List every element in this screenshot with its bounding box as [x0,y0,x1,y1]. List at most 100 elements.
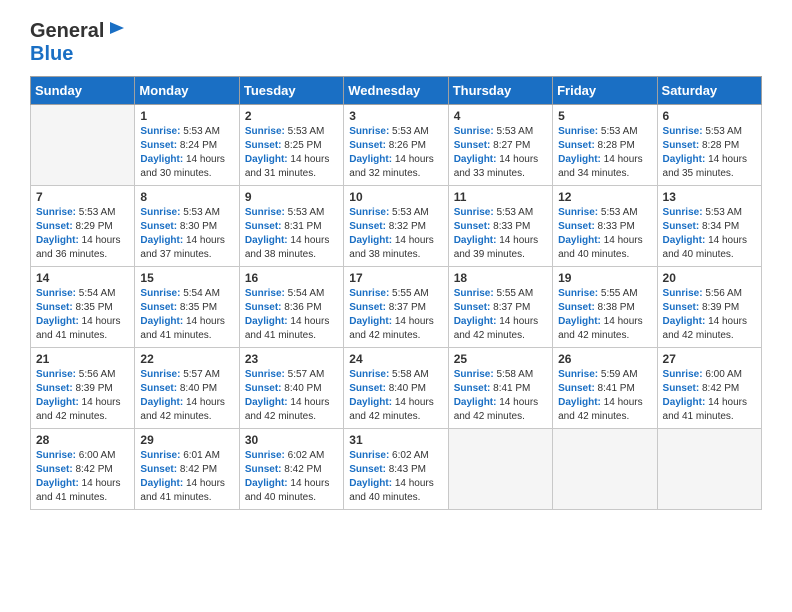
cell-info: Sunrise: 6:02 AM Sunset: 8:43 PM Dayligh… [349,449,442,505]
sunrise-label: Sunrise: [140,126,180,137]
calendar-cell: 27 Sunrise: 6:00 AM Sunset: 8:42 PM Dayl… [657,348,761,429]
day-number: 21 [36,352,129,366]
day-number: 31 [349,433,442,447]
sunrise-label: Sunrise: [140,369,180,380]
logo-flag-icon [106,20,128,42]
sunrise-label: Sunrise: [454,288,494,299]
day-number: 29 [140,433,233,447]
weekday-header-wednesday: Wednesday [344,77,448,105]
sunrise-label: Sunrise: [349,126,389,137]
cell-info: Sunrise: 5:53 AM Sunset: 8:34 PM Dayligh… [663,206,756,262]
sunset-label: Sunset: [245,383,282,394]
cell-info: Sunrise: 6:01 AM Sunset: 8:42 PM Dayligh… [140,449,233,505]
calendar-table: SundayMondayTuesdayWednesdayThursdayFrid… [30,76,762,510]
page: General Blue SundayMondayTuesdayWednesda… [0,0,792,530]
daylight-label: Daylight: [663,316,706,327]
sunset-label: Sunset: [36,464,73,475]
sunset-label: Sunset: [140,221,177,232]
sunset-label: Sunset: [140,383,177,394]
calendar-cell: 29 Sunrise: 6:01 AM Sunset: 8:42 PM Dayl… [135,429,239,510]
cell-info: Sunrise: 5:58 AM Sunset: 8:41 PM Dayligh… [454,368,547,424]
day-number: 24 [349,352,442,366]
sunrise-label: Sunrise: [558,207,598,218]
calendar-cell: 17 Sunrise: 5:55 AM Sunset: 8:37 PM Dayl… [344,267,448,348]
cell-info: Sunrise: 5:54 AM Sunset: 8:35 PM Dayligh… [140,287,233,343]
cell-info: Sunrise: 5:55 AM Sunset: 8:37 PM Dayligh… [349,287,442,343]
sunset-label: Sunset: [454,221,491,232]
sunrise-label: Sunrise: [349,369,389,380]
calendar-cell: 8 Sunrise: 5:53 AM Sunset: 8:30 PM Dayli… [135,186,239,267]
daylight-label: Daylight: [454,235,497,246]
daylight-label: Daylight: [140,316,183,327]
daylight-label: Daylight: [663,154,706,165]
cell-info: Sunrise: 5:53 AM Sunset: 8:32 PM Dayligh… [349,206,442,262]
daylight-label: Daylight: [454,154,497,165]
sunset-label: Sunset: [36,302,73,313]
daylight-label: Daylight: [36,397,79,408]
daylight-label: Daylight: [454,397,497,408]
cell-info: Sunrise: 5:57 AM Sunset: 8:40 PM Dayligh… [140,368,233,424]
sunrise-label: Sunrise: [245,207,285,218]
sunset-label: Sunset: [140,140,177,151]
day-number: 17 [349,271,442,285]
calendar-cell: 21 Sunrise: 5:56 AM Sunset: 8:39 PM Dayl… [31,348,135,429]
weekday-header-sunday: Sunday [31,77,135,105]
daylight-label: Daylight: [245,235,288,246]
day-number: 1 [140,109,233,123]
sunrise-label: Sunrise: [349,288,389,299]
day-number: 23 [245,352,338,366]
sunrise-label: Sunrise: [454,369,494,380]
day-number: 11 [454,190,547,204]
day-number: 22 [140,352,233,366]
calendar-cell: 25 Sunrise: 5:58 AM Sunset: 8:41 PM Dayl… [448,348,552,429]
calendar-cell: 23 Sunrise: 5:57 AM Sunset: 8:40 PM Dayl… [239,348,343,429]
sunrise-label: Sunrise: [140,450,180,461]
daylight-label: Daylight: [349,478,392,489]
calendar-week-row: 28 Sunrise: 6:00 AM Sunset: 8:42 PM Dayl… [31,429,762,510]
sunset-label: Sunset: [36,383,73,394]
day-number: 4 [454,109,547,123]
sunset-label: Sunset: [36,221,73,232]
cell-info: Sunrise: 5:57 AM Sunset: 8:40 PM Dayligh… [245,368,338,424]
day-number: 16 [245,271,338,285]
daylight-label: Daylight: [36,478,79,489]
cell-info: Sunrise: 5:53 AM Sunset: 8:29 PM Dayligh… [36,206,129,262]
daylight-label: Daylight: [349,154,392,165]
sunset-label: Sunset: [349,302,386,313]
weekday-header-tuesday: Tuesday [239,77,343,105]
sunset-label: Sunset: [558,302,595,313]
sunrise-label: Sunrise: [36,207,76,218]
sunrise-label: Sunrise: [349,450,389,461]
day-number: 18 [454,271,547,285]
sunset-label: Sunset: [558,221,595,232]
calendar-header-row: SundayMondayTuesdayWednesdayThursdayFrid… [31,77,762,105]
sunrise-label: Sunrise: [36,450,76,461]
sunrise-label: Sunrise: [558,126,598,137]
calendar-cell: 7 Sunrise: 5:53 AM Sunset: 8:29 PM Dayli… [31,186,135,267]
cell-info: Sunrise: 5:56 AM Sunset: 8:39 PM Dayligh… [663,287,756,343]
calendar-cell: 3 Sunrise: 5:53 AM Sunset: 8:26 PM Dayli… [344,105,448,186]
daylight-label: Daylight: [140,478,183,489]
sunset-label: Sunset: [349,140,386,151]
day-number: 13 [663,190,756,204]
day-number: 9 [245,190,338,204]
calendar-cell: 12 Sunrise: 5:53 AM Sunset: 8:33 PM Dayl… [553,186,657,267]
day-number: 7 [36,190,129,204]
sunset-label: Sunset: [140,302,177,313]
sunset-label: Sunset: [454,383,491,394]
calendar-cell: 11 Sunrise: 5:53 AM Sunset: 8:33 PM Dayl… [448,186,552,267]
daylight-label: Daylight: [558,397,601,408]
day-number: 3 [349,109,442,123]
cell-info: Sunrise: 5:53 AM Sunset: 8:25 PM Dayligh… [245,125,338,181]
daylight-label: Daylight: [36,316,79,327]
calendar-cell: 4 Sunrise: 5:53 AM Sunset: 8:27 PM Dayli… [448,105,552,186]
calendar-cell: 15 Sunrise: 5:54 AM Sunset: 8:35 PM Dayl… [135,267,239,348]
daylight-label: Daylight: [349,235,392,246]
sunset-label: Sunset: [558,383,595,394]
logo-general-text: General [30,20,104,43]
daylight-label: Daylight: [558,316,601,327]
sunset-label: Sunset: [558,140,595,151]
calendar-cell: 6 Sunrise: 5:53 AM Sunset: 8:28 PM Dayli… [657,105,761,186]
calendar-cell [553,429,657,510]
calendar-cell: 31 Sunrise: 6:02 AM Sunset: 8:43 PM Dayl… [344,429,448,510]
